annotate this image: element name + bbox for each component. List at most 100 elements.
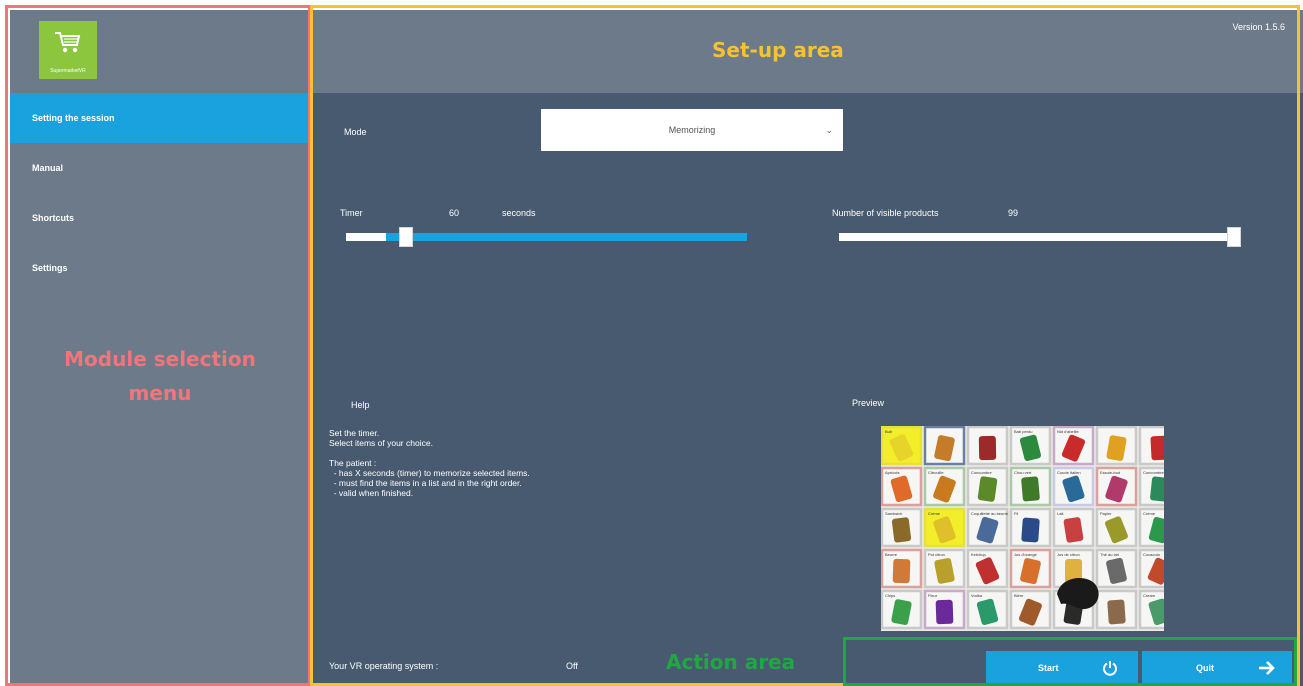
product-tile-label: Cream (1143, 593, 1156, 598)
product-tile-label: Jus d'orange (1014, 552, 1038, 557)
products-slider-handle[interactable] (1227, 227, 1241, 247)
product-tile: Nid d'abeille (1052, 426, 1095, 466)
product-tile-label: Vodka (971, 593, 983, 598)
version-label: Version 1.5.6 (1232, 22, 1285, 32)
product-tile: Chou vert (1009, 466, 1052, 507)
help-line: Select items of your choice. (329, 438, 433, 448)
product-tile-label: Concombre (1143, 470, 1164, 475)
product-tile: Crème (923, 507, 966, 548)
product-tile: Ketchup (966, 548, 1009, 589)
quit-label: Quit (1196, 663, 1214, 673)
timer-label: Timer (340, 208, 363, 218)
products-slider[interactable] (839, 223, 1241, 253)
product-item (1107, 599, 1126, 625)
arrow-right-icon (1259, 661, 1275, 675)
logo-text: SupermarketVR (50, 68, 86, 74)
help-line: The patient : (329, 458, 377, 468)
product-tile-label: Thé au lait (1100, 552, 1120, 557)
product-tile-label: Coude Italien (1057, 470, 1081, 475)
sidebar-item-manual[interactable]: Manual (10, 143, 310, 193)
product-tile (1095, 589, 1138, 630)
products-value: 99 (1008, 208, 1019, 218)
product-tile-label: Coquillette au beurre (971, 511, 1009, 516)
help-line (329, 448, 530, 458)
product-tile-label: Cocacola (1143, 552, 1160, 557)
product-tile-label: Beurre (885, 552, 898, 557)
product-tile: Vodka (966, 589, 1009, 630)
product-tile: Fil (1009, 507, 1052, 548)
product-tile: Crème (1138, 507, 1164, 548)
product-tile: Concombre (1138, 466, 1164, 507)
product-tile: Essuie-tout (1095, 466, 1138, 507)
product-tile-label: Pot citron (928, 552, 945, 557)
product-tile: Jus d'orange (1009, 548, 1052, 589)
timer-slider-fill (386, 233, 747, 241)
timer-slider[interactable] (346, 223, 747, 253)
action-annotation: Action area (666, 650, 796, 674)
product-tile: Beurre (881, 548, 923, 589)
help-line: - must find the items in a list and in t… (329, 478, 522, 488)
product-tile: Coude Italien (1052, 466, 1095, 507)
product-item (1021, 476, 1040, 502)
start-label: Start (1038, 663, 1059, 673)
timer-slider-handle[interactable] (398, 227, 413, 247)
product-tile: Thé au lait (1095, 548, 1138, 589)
product-tile: Lait (1052, 507, 1095, 548)
product-tile: Sandwich (881, 507, 923, 548)
help-line: - has X seconds (timer) to memorize sele… (329, 468, 530, 478)
product-tile-label: Essuie-tout (1100, 470, 1121, 475)
mode-value: Memorizing (668, 125, 716, 135)
sidebar-item-settings[interactable]: Settings (10, 243, 310, 293)
product-tile-label: Bière (1014, 593, 1024, 598)
product-tile (966, 426, 1009, 466)
setup-annotation: Set-up area (712, 38, 844, 62)
preview-title: Preview (852, 398, 885, 408)
sidebar-item-shortcuts[interactable]: Shortcuts (10, 193, 310, 243)
product-tile-label: Ketchup (971, 552, 986, 557)
product-item (977, 476, 998, 502)
product-tile-label: Chips (885, 593, 895, 598)
preview-image: Bub Bab perdu Nid d'abeille Apricots Citroui… (881, 426, 1164, 631)
product-item (891, 517, 912, 543)
product-tile-label: Crème (1143, 511, 1156, 516)
product-tile-label: Bub (885, 429, 893, 434)
chevron-down-icon: ⌄ (825, 125, 833, 135)
start-button[interactable]: Start (986, 651, 1138, 685)
product-tile: Coquillette au beurre (966, 507, 1009, 548)
product-item (1021, 517, 1040, 543)
sidebar-item-setting-the-session[interactable]: Setting the session (10, 93, 310, 143)
product-tile: Bière (1009, 589, 1052, 630)
quit-button[interactable]: Quit (1142, 651, 1292, 685)
product-tile: Apricots (881, 466, 923, 507)
shopping-cart-icon (55, 32, 81, 53)
product-tile-label: Apricots (885, 470, 899, 475)
product-tile: Bab perdu (1009, 426, 1052, 466)
vr-os-label: Your VR operating system : (329, 661, 439, 671)
mode-label: Mode (344, 127, 367, 137)
timer-unit: seconds (502, 208, 536, 218)
product-tile: Citrouille (923, 466, 966, 507)
mode-dropdown[interactable]: Memorizing ⌄ (541, 109, 843, 151)
product-tile: Fleur (923, 589, 966, 630)
help-line: Set the timer. (329, 428, 380, 438)
product-item (1150, 476, 1164, 502)
product-grid: Bub Bab perdu Nid d'abeille Apricots Citroui… (881, 426, 1164, 630)
product-item (935, 599, 954, 625)
products-slider-track (839, 233, 1241, 241)
product-tile: Concombre (966, 466, 1009, 507)
app-logo: SupermarketVR (39, 21, 97, 79)
setup-area: Version 1.5.6 Mode Memorizing ⌄ Timer 60… (313, 10, 1303, 686)
product-tile-label: Citrouille (928, 470, 944, 475)
products-label: Number of visible products (832, 208, 939, 218)
product-tile-label: Jus de citron (1057, 552, 1080, 557)
power-icon (1103, 661, 1117, 676)
product-tile-label: Chou vert (1014, 470, 1032, 475)
product-tile (1138, 426, 1164, 466)
product-tile-label: Sandwich (885, 511, 902, 516)
product-tile: Cocacola (1138, 548, 1164, 589)
product-tile-label: Bab perdu (1014, 429, 1032, 434)
product-tile (923, 426, 966, 466)
menu-annotation: Module selection menu (64, 347, 256, 405)
product-tile-label: Crème (928, 511, 941, 516)
product-tile: Papier (1095, 507, 1138, 548)
